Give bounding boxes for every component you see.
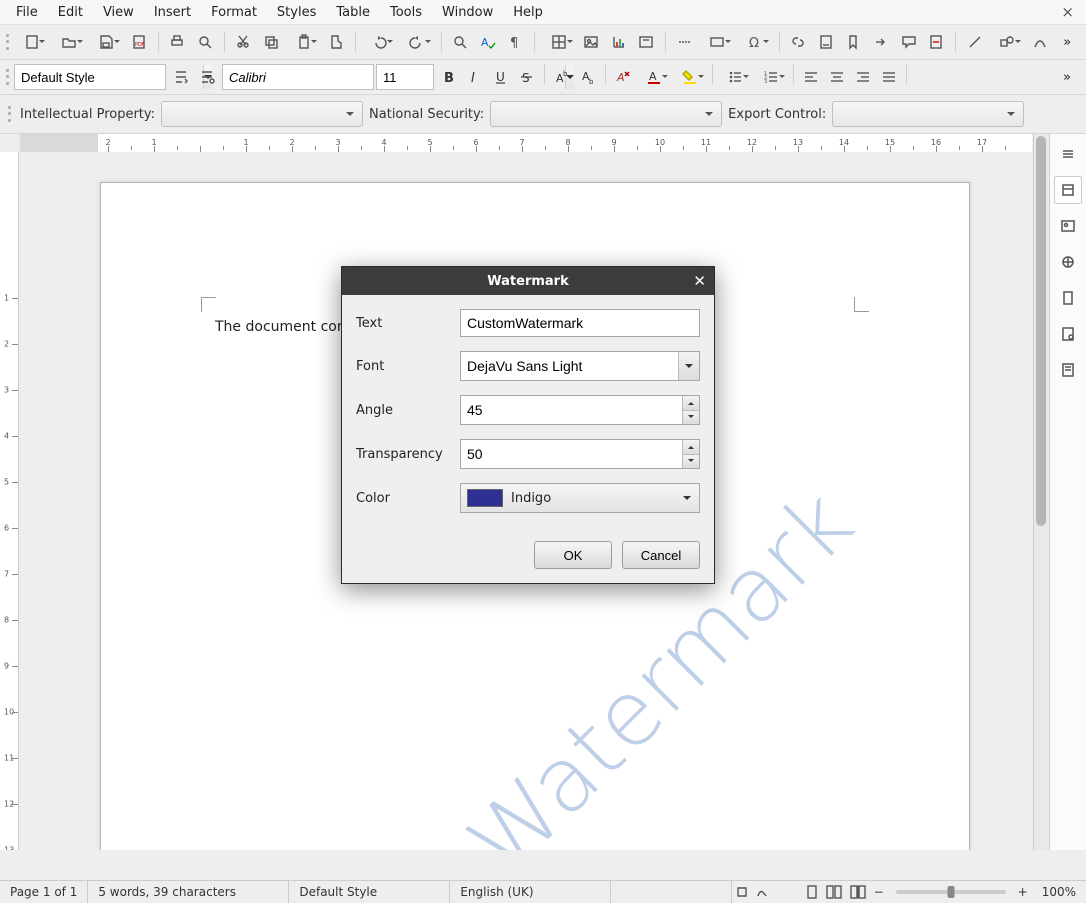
color-name: Indigo bbox=[511, 491, 551, 506]
close-icon[interactable]: ✕ bbox=[693, 272, 706, 290]
watermark-transparency-spin[interactable] bbox=[460, 439, 700, 469]
dialog-body: Text Font Angle Transparency Color Indig… bbox=[342, 295, 714, 533]
text-label: Text bbox=[356, 316, 460, 331]
color-swatch bbox=[467, 489, 503, 507]
dialog-title: Watermark bbox=[487, 274, 568, 289]
watermark-color-dropdown[interactable]: Indigo bbox=[460, 483, 700, 513]
spin-down-icon[interactable] bbox=[683, 411, 699, 425]
angle-label: Angle bbox=[356, 403, 460, 418]
dropdown-arrow-icon[interactable] bbox=[678, 352, 699, 380]
spin-up-icon[interactable] bbox=[683, 440, 699, 455]
color-label: Color bbox=[356, 491, 460, 506]
watermark-font-combo[interactable] bbox=[460, 351, 700, 381]
watermark-angle-spin[interactable] bbox=[460, 395, 700, 425]
watermark-transparency-input[interactable] bbox=[461, 440, 682, 468]
ok-button[interactable]: OK bbox=[534, 541, 612, 569]
watermark-angle-input[interactable] bbox=[461, 396, 682, 424]
spin-down-icon[interactable] bbox=[683, 455, 699, 469]
transparency-label: Transparency bbox=[356, 447, 460, 462]
dialog-buttons: OK Cancel bbox=[342, 533, 714, 583]
cancel-button[interactable]: Cancel bbox=[622, 541, 700, 569]
spin-up-icon[interactable] bbox=[683, 396, 699, 411]
dialog-scrim: Watermark ✕ Text Font Angle Transparency… bbox=[0, 0, 1086, 903]
watermark-dialog: Watermark ✕ Text Font Angle Transparency… bbox=[341, 266, 715, 584]
font-label: Font bbox=[356, 359, 460, 374]
watermark-font-input[interactable] bbox=[461, 352, 678, 380]
watermark-text-input[interactable] bbox=[460, 309, 700, 337]
dialog-titlebar[interactable]: Watermark ✕ bbox=[342, 267, 714, 295]
